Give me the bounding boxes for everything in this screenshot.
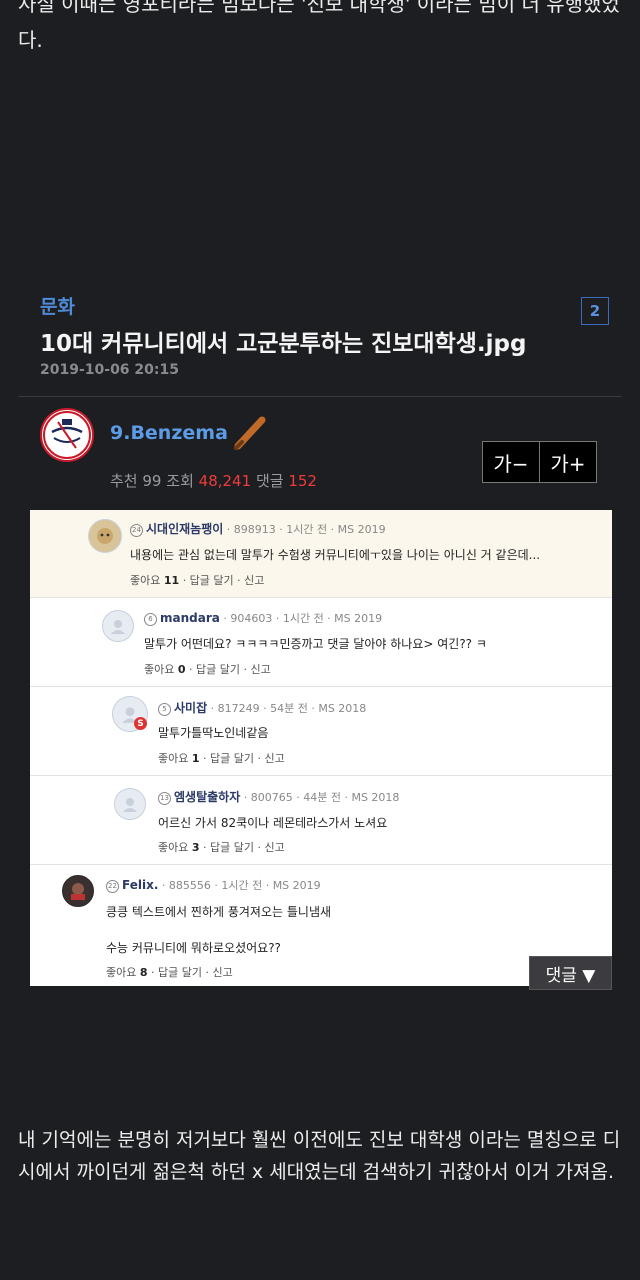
reply-report-links[interactable]: · 답글 달기 · 신고: [183, 574, 265, 587]
post-date: 2019-10-06 20:15: [40, 362, 179, 378]
comment-item: 22 Felix. · 885556 · 1시간 전 · MS 2019 킁킁 텍…: [30, 865, 612, 986]
level-badge: 24: [130, 523, 143, 537]
like-label[interactable]: 좋아요: [158, 841, 188, 854]
character-avatar-icon: [71, 883, 85, 900]
like-label[interactable]: 좋아요: [158, 752, 188, 765]
level-badge: 22: [106, 879, 119, 893]
commenter-avatar: [88, 519, 122, 553]
comments-toggle-button[interactable]: 댓글 ▼: [529, 956, 612, 990]
reply-report-links[interactable]: · 답글 달기 · 신고: [203, 752, 285, 765]
comment-actions: 좋아요 0 · 답글 달기 · 신고: [144, 661, 271, 677]
comment-info: · 885556 · 1시간 전 · MS 2019: [161, 879, 321, 892]
font-decrease-button[interactable]: 가−: [482, 441, 540, 483]
comment-meta: 22 Felix. · 885556 · 1시간 전 · MS 2019: [106, 877, 321, 893]
like-count: 1: [191, 752, 200, 765]
comment-meta: 13 엠생탈출하자 · 800765 · 44분 전 · MS 2018: [158, 788, 399, 805]
commenter-nick[interactable]: mandara: [160, 611, 220, 625]
views-count: 48,241: [198, 472, 252, 490]
level-badge: 13: [158, 791, 171, 805]
recommend-label: 추천: [110, 472, 138, 490]
views-label: 조회: [166, 472, 194, 490]
like-label[interactable]: 좋아요: [106, 966, 136, 979]
baseball-bat-icon: [234, 416, 266, 450]
s-badge-icon: S: [134, 717, 147, 730]
comment-meta: 24 시대인재놈팽이 · 898913 · 1시간 전 · MS 2019: [130, 520, 386, 537]
comment-actions: 좋아요 8 · 답글 달기 · 신고: [106, 964, 233, 980]
commenter-nick[interactable]: 시대인재놈팽이: [146, 522, 223, 536]
comment-meta: 5 사미잡 · 817249 · 54분 전 · MS 2018: [158, 699, 366, 716]
comment-info: · 898913 · 1시간 전 · MS 2019: [226, 523, 386, 536]
comments-count: 152: [288, 472, 317, 490]
comment-meta: 6 mandara · 904603 · 1시간 전 · MS 2019: [144, 610, 382, 626]
default-avatar-icon: [123, 798, 137, 812]
post-category[interactable]: 문화: [40, 292, 75, 319]
reply-report-links[interactable]: · 답글 달기 · 신고: [151, 966, 233, 979]
commenter-nick[interactable]: 사미잡: [174, 701, 207, 715]
comment-screenshot: 24 시대인재놈팽이 · 898913 · 1시간 전 · MS 2019 내용에…: [30, 510, 612, 986]
comment-actions: 좋아요 11 · 답글 달기 · 신고: [130, 572, 264, 588]
default-avatar-icon: [111, 620, 125, 634]
comment-text: 말투가 어떤데요? ㅋㅋㅋㅋ민증까고 댓글 달아야 하나요> 여긴?? ㅋ: [144, 637, 487, 651]
commenter-avatar: [62, 875, 94, 907]
like-label[interactable]: 좋아요: [144, 663, 174, 676]
comment-info: · 817249 · 54분 전 · MS 2018: [210, 702, 367, 715]
comment-text-line2: 수능 커뮤니티에 뭐하로오셨어요??: [106, 941, 281, 955]
font-increase-button[interactable]: 가+: [539, 441, 597, 483]
body-paragraph: 내 기억에는 분명히 저거보다 훨씬 이전에도 진보 대학생 이라는 멸칭으로 …: [18, 1129, 621, 1183]
comment-info: · 800765 · 44분 전 · MS 2018: [243, 791, 400, 804]
commenter-avatar: [114, 788, 146, 820]
comment-item: S 5 사미잡 · 817249 · 54분 전 · MS 2018 말투가틀딱노…: [30, 687, 612, 776]
author-avatar[interactable]: [40, 408, 94, 462]
commenter-nick[interactable]: Felix.: [122, 878, 158, 892]
level-badge: 6: [144, 612, 157, 626]
like-label[interactable]: 좋아요: [130, 574, 160, 587]
comment-item: 6 mandara · 904603 · 1시간 전 · MS 2019 말투가 …: [30, 598, 612, 687]
level-badge: 5: [158, 702, 171, 716]
comment-text: 어르신 가서 82쿡이나 레몬테라스가서 노셔요: [158, 816, 388, 830]
like-count: 0: [177, 663, 186, 676]
comments-label: 댓글: [255, 472, 284, 490]
post-title: 10대 커뮤니티에서 고군분투하는 진보대학생.jpg: [40, 331, 527, 357]
comment-actions: 좋아요 1 · 답글 달기 · 신고: [158, 750, 285, 766]
font-size-controls: 가− 가+: [482, 441, 597, 483]
dog-avatar-icon: [97, 528, 113, 544]
previous-paragraph: 사실 이때는 영포티라는 밈보다는 '진보 대학생' 이라는 밈이 더 유행했었…: [18, 0, 620, 52]
comment-item: 24 시대인재놈팽이 · 898913 · 1시간 전 · MS 2019 내용에…: [30, 510, 612, 598]
reply-report-links[interactable]: · 답글 달기 · 신고: [189, 663, 271, 676]
commenter-avatar: [102, 610, 134, 642]
reply-report-links[interactable]: · 답글 달기 · 신고: [203, 841, 285, 854]
comment-item: 13 엠생탈출하자 · 800765 · 44분 전 · MS 2018 어르신 …: [30, 776, 612, 865]
comment-text: 내용에는 관심 없는데 말투가 수험생 커뮤니티에ㅜ있을 나이는 아니신 거 같…: [130, 548, 541, 562]
comment-info: · 904603 · 1시간 전 · MS 2019: [223, 612, 383, 625]
post-stats: 추천 99 조회 48,241 댓글 152: [110, 470, 317, 491]
like-count: 3: [191, 841, 200, 854]
comment-text: 킁킁 텍스트에서 찐하게 풍겨져오는 틀니냄새: [106, 905, 332, 919]
comment-actions: 좋아요 3 · 답글 달기 · 신고: [158, 839, 285, 855]
comment-text: 말투가틀딱노인네같음: [158, 726, 269, 740]
yankees-logo-icon: [43, 411, 91, 459]
header-divider: [18, 396, 622, 397]
author-name[interactable]: 9.Benzema: [110, 422, 228, 444]
comment-count-badge[interactable]: 2: [581, 297, 609, 325]
like-count: 11: [163, 574, 180, 587]
commenter-nick[interactable]: 엠생탈출하자: [174, 790, 240, 804]
recommend-count: 99: [142, 472, 162, 490]
like-count: 8: [139, 966, 148, 979]
